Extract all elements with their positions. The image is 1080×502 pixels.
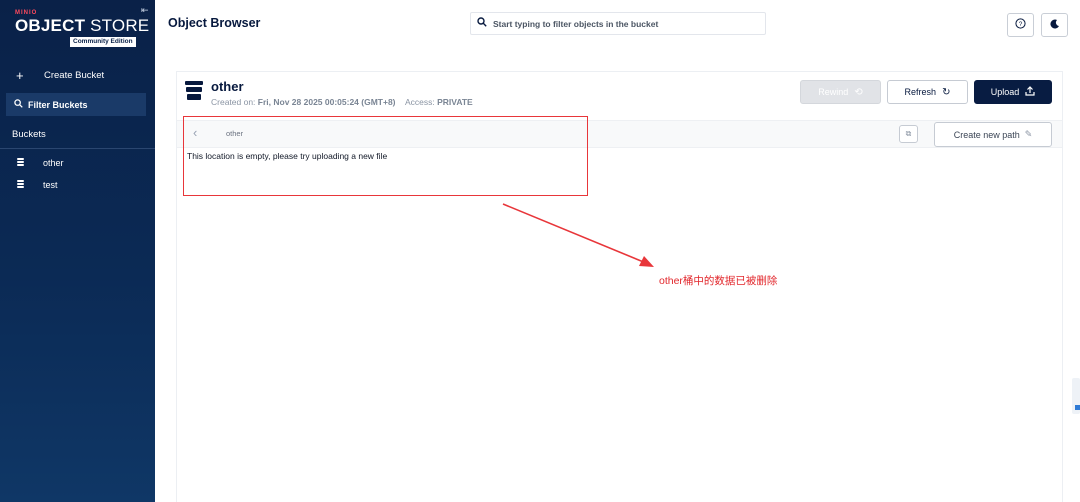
sidebar: MINIO OBJECT STORE Community Edition ⇤ +…	[0, 0, 155, 502]
copy-path-button[interactable]: ⧉	[899, 125, 918, 143]
create-bucket-label: Create Bucket	[44, 70, 105, 81]
upload-button[interactable]: Upload	[974, 80, 1052, 104]
buckets-section-title: Buckets	[12, 129, 46, 140]
created-date: Fri, Nov 28 2025 00:05:24 (GMT+8)	[257, 97, 396, 107]
refresh-button[interactable]: Refresh ↻	[887, 80, 968, 104]
refresh-label: Refresh	[904, 87, 937, 97]
copy-icon: ⧉	[905, 129, 912, 138]
plus-icon: +	[16, 68, 24, 83]
bucket-icon	[185, 81, 203, 101]
create-new-path-label: Create new path	[953, 129, 1020, 140]
brand-logo: MINIO OBJECT STORE Community Edition	[15, 10, 150, 47]
annotation-highlight-box	[183, 116, 588, 196]
theme-toggle-button[interactable]	[1041, 13, 1068, 37]
brand-name: OBJECT STORE	[15, 16, 150, 35]
upload-icon	[1025, 85, 1035, 99]
search-icon	[14, 99, 28, 110]
filter-buckets-label: Filter Buckets	[28, 99, 88, 110]
sidebar-divider	[0, 148, 155, 149]
brand-edition: Community Edition	[70, 37, 136, 47]
help-icon: ?	[1015, 18, 1026, 32]
folder-plus-icon: ✎	[1024, 129, 1033, 139]
search-icon	[477, 17, 493, 30]
history-icon: ⟲	[854, 86, 863, 98]
page-title: Object Browser	[168, 16, 261, 30]
bucket-name: other	[211, 79, 244, 94]
bucket-meta: Created on: Fri, Nov 28 2025 00:05:24 (G…	[211, 97, 473, 107]
rewind-button[interactable]: Rewind ⟲	[800, 80, 881, 104]
upload-label: Upload	[990, 87, 1020, 97]
rewind-label: Rewind	[818, 87, 849, 97]
database-icon	[17, 158, 43, 168]
search-placeholder: Start typing to filter objects in the bu…	[493, 18, 659, 29]
access-level: PRIVATE	[437, 97, 473, 107]
side-scroll-handle[interactable]	[1072, 378, 1080, 414]
collapse-sidebar-icon[interactable]: ⇤	[141, 5, 149, 16]
annotation-text: other桶中的数据已被删除	[659, 275, 778, 287]
sidebar-item-bucket-test[interactable]: test	[0, 177, 155, 193]
sidebar-item-bucket-other[interactable]: other	[0, 155, 155, 171]
object-filter-search[interactable]: Start typing to filter objects in the bu…	[470, 12, 766, 35]
create-bucket-button[interactable]: + Create Bucket	[0, 67, 155, 84]
sidebar-item-label: test	[43, 180, 58, 190]
refresh-icon: ↻	[942, 86, 951, 98]
help-button[interactable]: ?	[1007, 13, 1034, 37]
database-icon	[17, 180, 43, 190]
moon-icon	[1049, 19, 1060, 32]
filter-buckets-input[interactable]: Filter Buckets	[6, 93, 146, 116]
svg-text:?: ?	[1019, 21, 1023, 28]
sidebar-item-label: other	[43, 158, 64, 168]
create-new-path-button[interactable]: Create new path ✎	[934, 122, 1052, 147]
